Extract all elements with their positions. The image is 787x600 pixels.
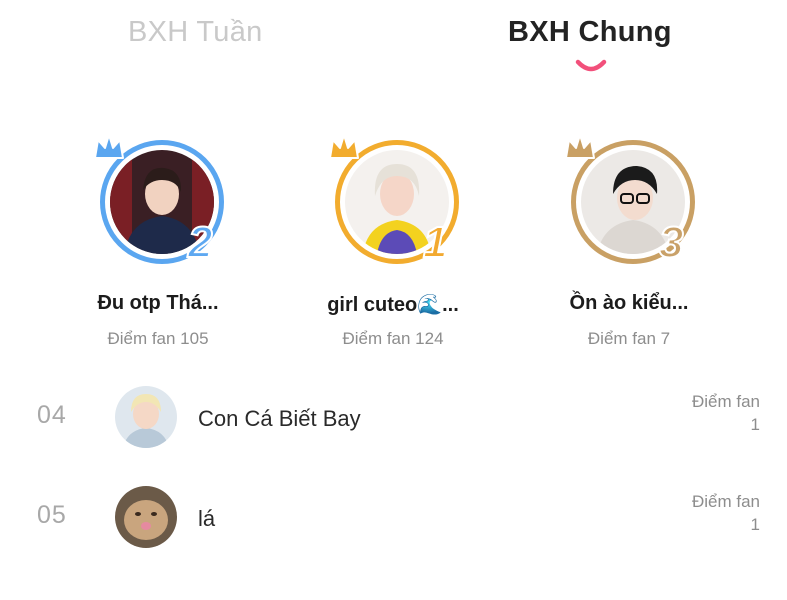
podium-rank-1[interactable]: 1 girl cuteo🌊... Điểm fan 124: [313, 130, 473, 360]
score-value: 1: [750, 415, 760, 434]
rank-badge: 1: [422, 217, 449, 268]
podium-name: Ồn ào kiểu...: [569, 292, 689, 314]
crown-icon: [94, 134, 124, 159]
avatar[interactable]: [115, 486, 177, 548]
podium-name: girl cuteo🌊...: [327, 294, 459, 316]
podium-avatar-frame: 3: [561, 130, 701, 270]
podium-rank-3[interactable]: 3 Ồn ào kiểu... Điểm fan 7: [549, 130, 709, 360]
list-item[interactable]: 04 Con Cá Biết Bay Điểm fan 1: [0, 383, 787, 453]
ranking-tabs: BXH Tuần BXH Chung: [0, 0, 787, 90]
podium-score: Điểm fan 124: [342, 329, 444, 348]
podium-avatar-frame: 1: [325, 130, 465, 270]
list-item-name: Con Cá Biết Bay: [198, 406, 361, 431]
avatar[interactable]: [115, 386, 177, 448]
score-value: 1: [750, 515, 760, 534]
active-tab-indicator-icon: [575, 59, 607, 72]
podium-score: Điểm fan 105: [107, 329, 209, 348]
rank-badge: 3: [658, 217, 685, 268]
crown-icon: [329, 134, 359, 159]
tab-weekly-ranking[interactable]: BXH Tuần: [128, 16, 263, 49]
score-label: Điểm fan: [691, 492, 760, 511]
podium-avatar-frame: 2: [90, 130, 230, 270]
podium-rank-2[interactable]: 2 Đu otp Thá... Điểm fan 105: [78, 130, 238, 360]
crown-icon: [565, 134, 595, 159]
score-label: Điểm fan: [691, 392, 760, 411]
tab-overall-ranking[interactable]: BXH Chung: [508, 16, 672, 49]
podium-score: Điểm fan 7: [587, 329, 671, 348]
rank-number: 04: [37, 401, 67, 429]
list-item-name: lá: [198, 506, 216, 531]
rank-badge: 2: [187, 217, 214, 268]
podium-name: Đu otp Thá...: [97, 292, 219, 314]
list-item[interactable]: 05 lá Điểm fan 1: [0, 483, 787, 553]
rank-number: 05: [37, 501, 67, 529]
